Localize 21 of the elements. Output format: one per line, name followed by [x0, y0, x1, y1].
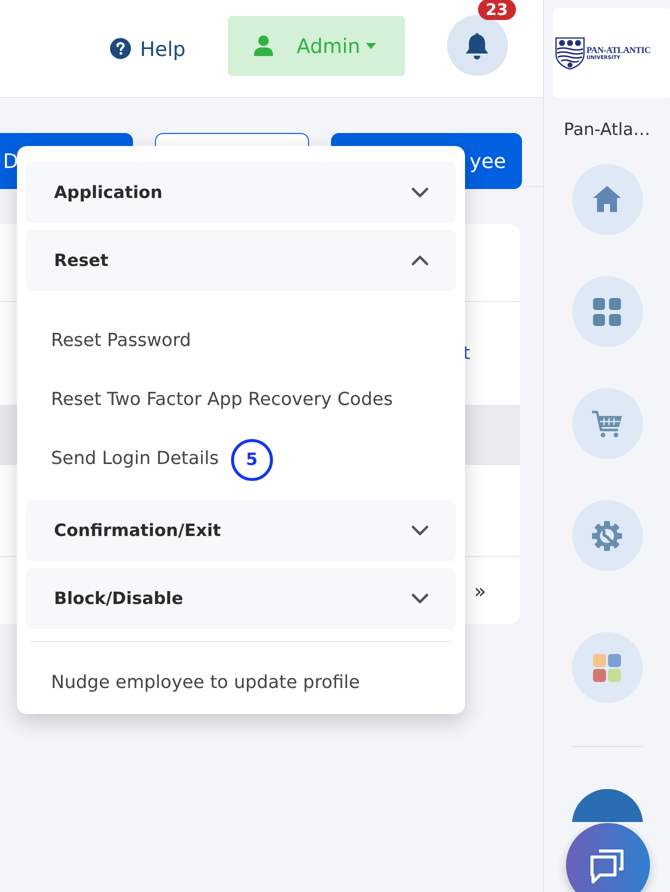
caret-icon	[366, 42, 376, 48]
count-badge: 5	[230, 438, 273, 480]
grid-icon	[591, 296, 623, 328]
help-link[interactable]: Help	[110, 36, 186, 60]
menu-item[interactable]: Reset Password	[51, 330, 192, 351]
gear-icon	[591, 520, 623, 552]
menu-item[interactable]: Nudge employee to update profile	[51, 672, 456, 693]
accordion-header[interactable]: Block/Disable	[26, 568, 456, 629]
chat-button[interactable]	[566, 823, 650, 892]
user-icon	[254, 35, 273, 56]
menu-item[interactable]: Reset Two Factor App Recovery Codes	[51, 389, 393, 410]
menu-item[interactable]: Send Login Details	[51, 448, 219, 469]
logo-name: PAN-ATLANTIC	[586, 45, 651, 55]
organization-name: Pan-Atla…	[564, 120, 650, 140]
bell-icon	[464, 32, 490, 60]
accordion-header[interactable]: Confirmation/Exit	[26, 500, 456, 561]
accordion-header[interactable]: Reset	[26, 230, 456, 291]
help-icon	[110, 38, 131, 59]
apps-icon	[591, 652, 623, 684]
notification-count: 23	[478, 0, 516, 20]
accordion-header[interactable]: Application	[26, 162, 456, 223]
